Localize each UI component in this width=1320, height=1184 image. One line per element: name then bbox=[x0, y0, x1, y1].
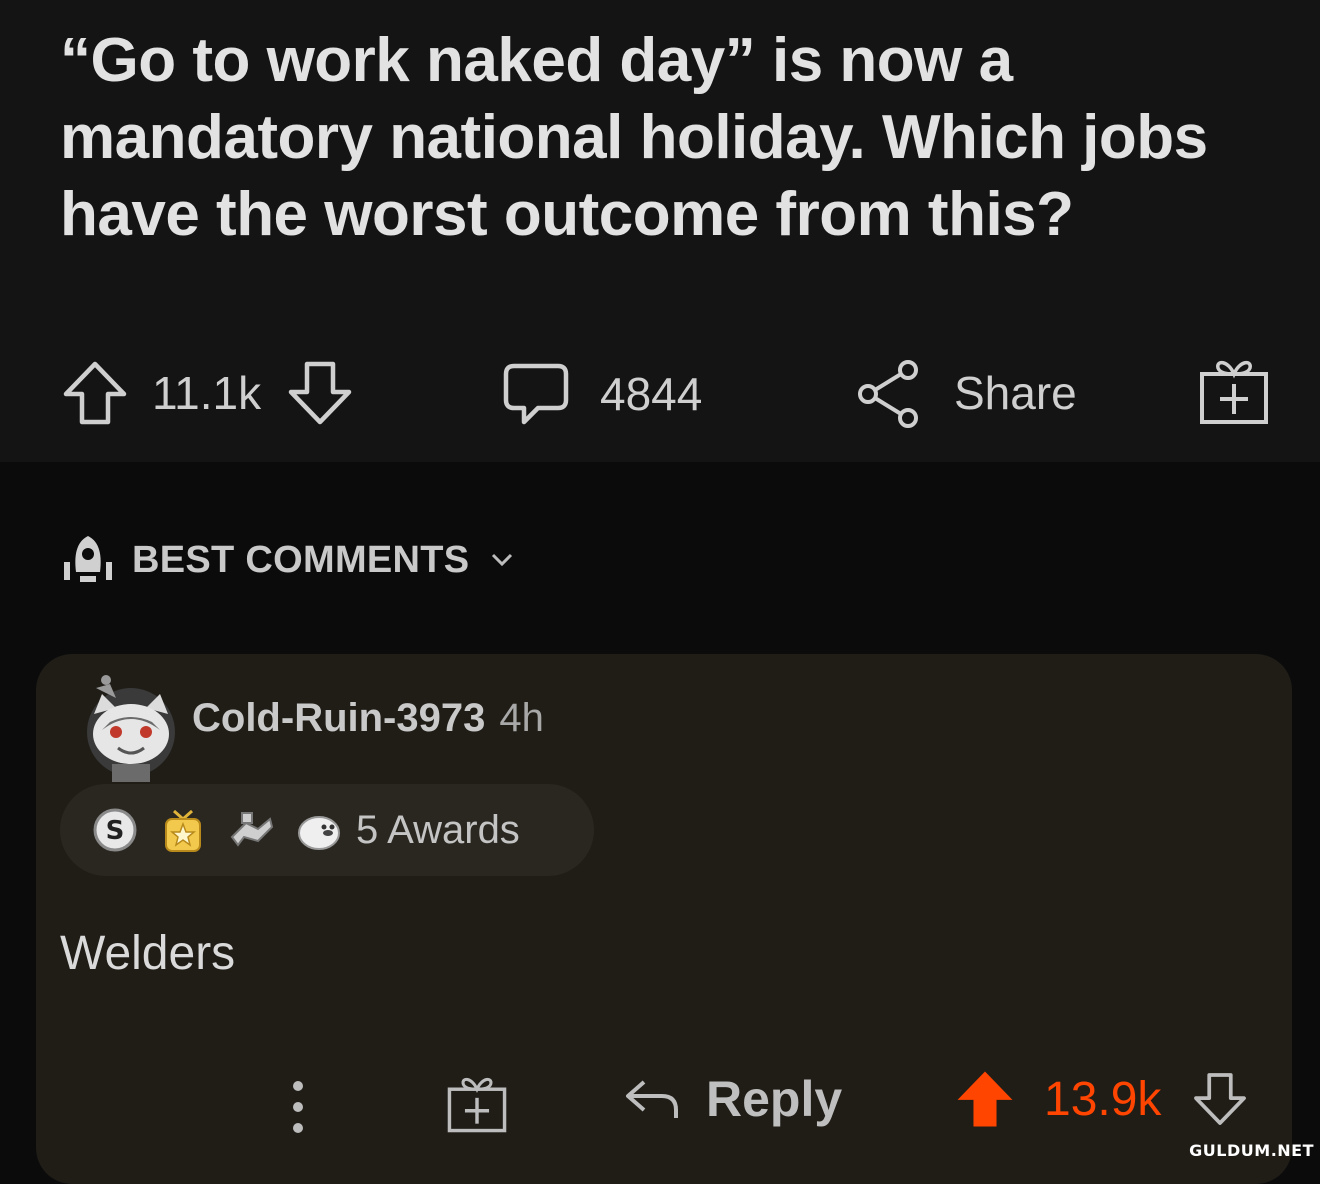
avatar[interactable] bbox=[72, 668, 190, 786]
sort-label: BEST COMMENTS bbox=[132, 538, 470, 581]
comments-count: 4844 bbox=[600, 368, 703, 420]
seal-icon bbox=[296, 807, 342, 853]
gift-icon bbox=[1198, 354, 1270, 426]
post-action-bar: 11.1k 4844 Share bbox=[0, 340, 1320, 450]
upvote-filled-icon[interactable] bbox=[954, 1068, 1016, 1130]
share-button[interactable]: Share bbox=[856, 358, 1077, 428]
comment-award-button[interactable] bbox=[446, 1072, 508, 1134]
silver-coin-icon: S bbox=[92, 807, 138, 853]
post-title: “Go to work naked day” is now a mandator… bbox=[60, 26, 1208, 249]
reply-label: Reply bbox=[706, 1071, 843, 1127]
rocket-icon bbox=[60, 532, 116, 588]
handshake-icon bbox=[228, 807, 274, 853]
downvote-icon[interactable] bbox=[285, 358, 355, 428]
comment-time: 4h bbox=[499, 696, 544, 740]
comment-card: Cold-Ruin-3973 4h S 5 Awards Welders Rep… bbox=[36, 654, 1292, 1184]
gold-star-medal-icon bbox=[160, 807, 206, 853]
comments-sort-bar: BEST COMMENTS bbox=[0, 462, 1320, 640]
comment-author[interactable]: Cold-Ruin-3973 bbox=[192, 696, 485, 741]
comment-meta: Cold-Ruin-3973 4h bbox=[192, 696, 544, 741]
comment-score: 13.9k bbox=[1044, 1072, 1162, 1126]
comment-body: Welders bbox=[60, 927, 236, 980]
post-score: 11.1k bbox=[152, 367, 262, 419]
share-icon bbox=[856, 358, 922, 428]
reply-arrow-icon bbox=[624, 1074, 680, 1124]
chevron-down-icon bbox=[491, 553, 513, 567]
more-options-button[interactable] bbox=[288, 1072, 308, 1142]
more-vertical-icon bbox=[288, 1072, 308, 1142]
comment-action-bar: Reply 13.9k bbox=[36, 1064, 1292, 1164]
post-vote-group: 11.1k bbox=[60, 358, 355, 428]
reply-button[interactable]: Reply bbox=[624, 1070, 842, 1128]
svg-text:S: S bbox=[106, 816, 125, 846]
sort-dropdown[interactable]: BEST COMMENTS bbox=[60, 532, 513, 588]
comment-vote-group: 13.9k bbox=[954, 1068, 1249, 1130]
awards-pill[interactable]: S 5 Awards bbox=[60, 784, 594, 876]
gift-icon bbox=[446, 1072, 508, 1134]
award-button[interactable] bbox=[1198, 354, 1270, 426]
speech-bubble-icon bbox=[500, 358, 572, 430]
downvote-icon[interactable] bbox=[1191, 1070, 1249, 1128]
watermark: GULDUM.NET bbox=[1189, 1141, 1314, 1160]
post: “Go to work naked day” is now a mandator… bbox=[0, 0, 1320, 462]
upvote-icon[interactable] bbox=[60, 358, 130, 428]
comments-button[interactable]: 4844 bbox=[500, 358, 702, 430]
awards-count: 5 Awards bbox=[356, 807, 520, 852]
share-label: Share bbox=[954, 367, 1077, 419]
